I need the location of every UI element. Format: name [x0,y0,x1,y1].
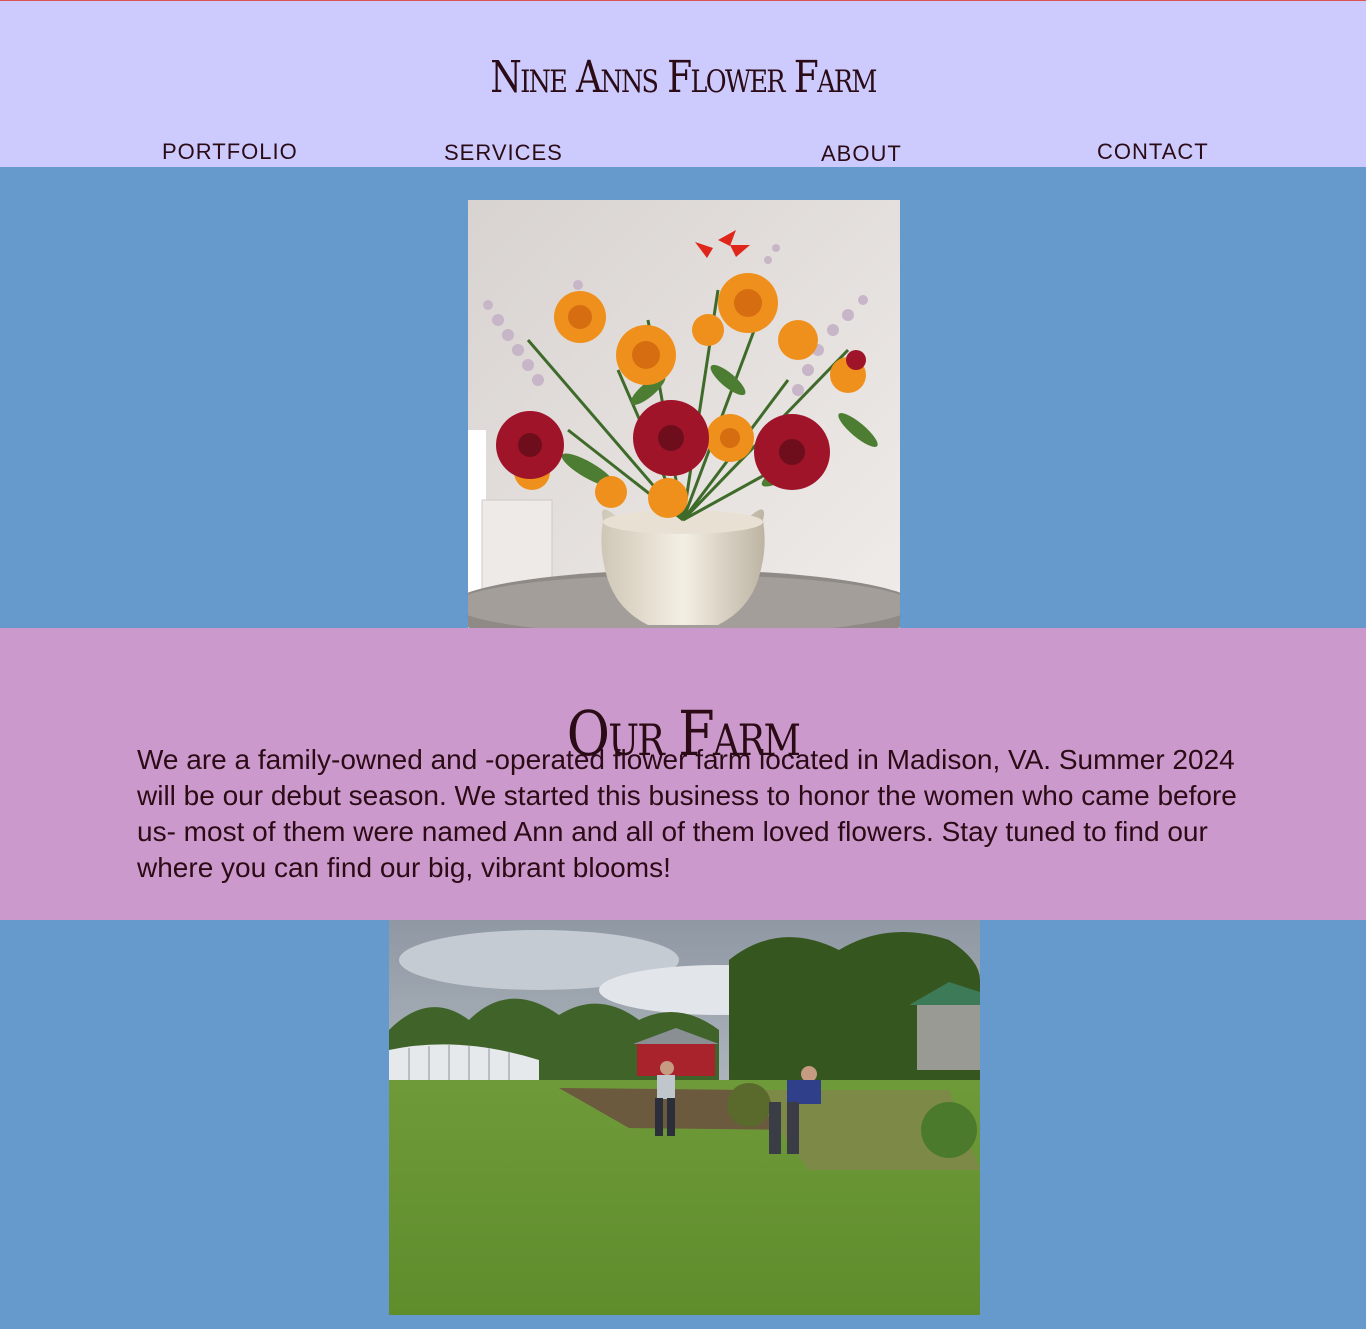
nav-services[interactable]: SERVICES [444,142,563,164]
flower-bouquet-image [468,200,900,628]
farm-field-image [389,920,980,1315]
farm-field-graphic [389,920,980,1315]
site-title[interactable]: Nine Anns Flower Farm [123,56,1243,100]
our-farm-description: We are a family-owned and -operated flow… [137,744,1237,883]
nav-about[interactable]: ABOUT [821,143,902,165]
flower-bouquet-graphic [468,200,900,628]
page: Nine Anns Flower Farm PORTFOLIO SERVICES… [0,0,1366,1329]
nav-portfolio[interactable]: PORTFOLIO [162,141,298,163]
nav-contact[interactable]: CONTACT [1097,141,1209,163]
